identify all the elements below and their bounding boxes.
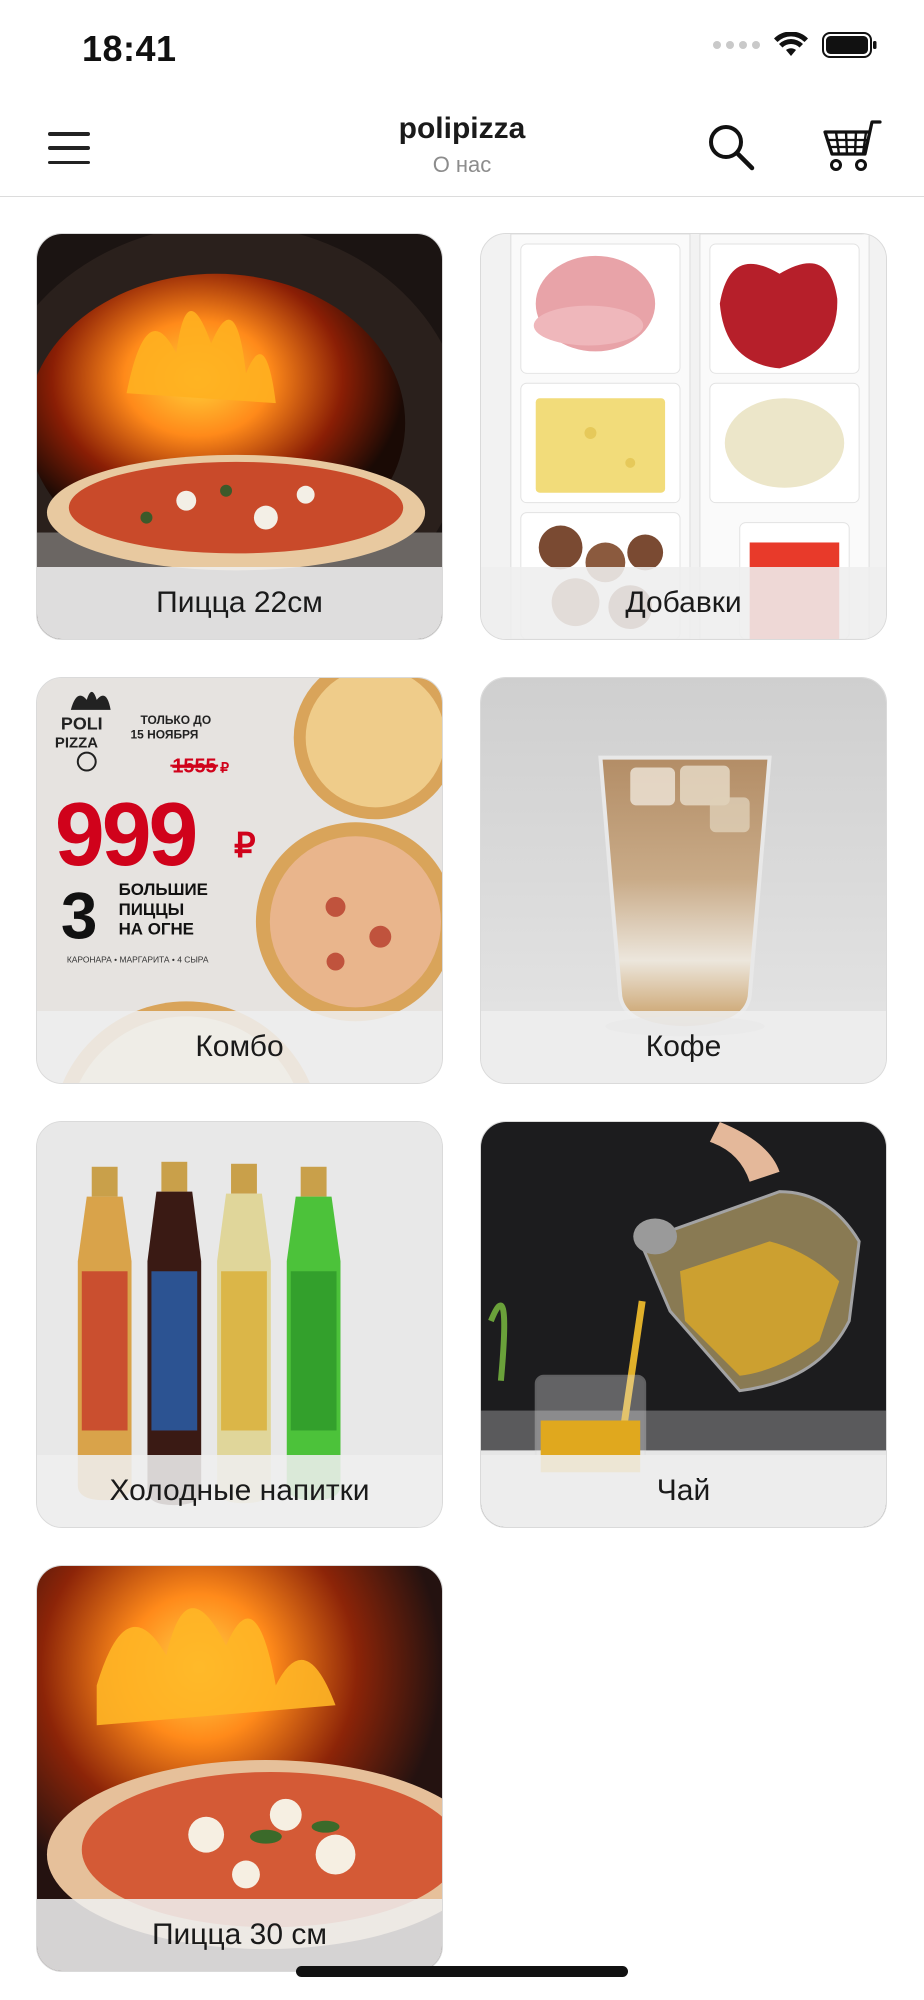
category-card-coffee[interactable]: Кофе: [480, 677, 887, 1084]
category-label: Пицца 30 см: [151, 1918, 328, 1951]
category-label: Комбо: [195, 1030, 284, 1063]
status-time: 18:41: [82, 28, 177, 69]
promo-until-line1: ТОЛЬКО ДО: [140, 713, 211, 727]
category-grid: Пицца 22см Добавки POLI PIZZA ТОЛЬКО ДО …: [0, 197, 924, 2000]
category-card-combo[interactable]: POLI PIZZA ТОЛЬКО ДО 15 НОЯБРЯ 1555 ₽ 99…: [36, 677, 443, 1084]
category-card-tea[interactable]: Чай: [480, 1121, 887, 1528]
promo-flavors: КАРОНАРА • МАРГАРИТА • 4 СЫРА: [67, 955, 209, 965]
category-label: Добавки: [625, 586, 742, 619]
category-card-cold-drinks[interactable]: Холодные напитки: [36, 1121, 443, 1528]
category-label: Холодные напитки: [109, 1474, 370, 1507]
promo-desc-line2: ПИЦЦЫ: [119, 900, 185, 919]
search-icon[interactable]: [706, 122, 756, 172]
category-card-toppings[interactable]: Добавки: [480, 233, 887, 640]
promo-desc-line1: БОЛЬШИЕ: [119, 880, 208, 899]
cellular-signal-icon: [713, 41, 760, 49]
svg-text:PIZZA: PIZZA: [55, 735, 98, 752]
promo-currency: ₽: [234, 827, 256, 865]
category-label-bar: Пицца 30 см: [37, 1899, 442, 1971]
promo-new-price: 999: [55, 784, 196, 884]
promo-old-price-currency: ₽: [220, 760, 229, 776]
category-label-bar: Пицца 22см: [37, 567, 442, 639]
category-card-pizza-22[interactable]: Пицца 22см: [36, 233, 443, 640]
promo-desc-line3: НА ОГНЕ: [119, 920, 194, 939]
status-icons: [713, 32, 878, 58]
category-label-bar: Комбо: [37, 1011, 442, 1083]
category-label-bar: Чай: [481, 1455, 886, 1527]
shopping-cart-icon[interactable]: [820, 118, 882, 174]
category-label: Чай: [656, 1474, 711, 1507]
category-label: Пицца 22см: [156, 586, 323, 619]
nav-bar: polipizza О нас: [0, 100, 924, 197]
category-label-bar: Добавки: [481, 567, 886, 639]
home-indicator[interactable]: [296, 1966, 628, 1977]
promo-until-line2: 15 НОЯБРЯ: [131, 728, 199, 742]
promo-count: 3: [61, 880, 98, 953]
category-label-bar: Кофе: [481, 1011, 886, 1083]
svg-text:POLI: POLI: [61, 714, 103, 734]
app-title: polipizza: [398, 112, 526, 145]
category-card-pizza-30[interactable]: Пицца 30 см: [36, 1565, 443, 1972]
about-link[interactable]: О нас: [0, 152, 924, 178]
nav-title-group: polipizza О нас: [0, 112, 924, 178]
category-label: Кофе: [645, 1030, 722, 1063]
battery-icon: [822, 32, 877, 58]
status-bar: 18:41: [0, 0, 924, 100]
wifi-icon: [774, 32, 808, 56]
category-label-bar: Холодные напитки: [37, 1455, 442, 1527]
